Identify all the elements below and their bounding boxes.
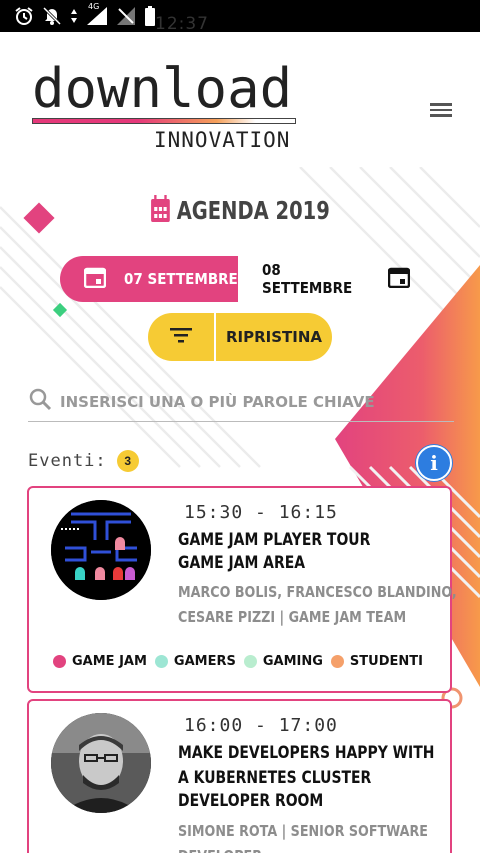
event-speakers: MARCO BOLIS, FRANCESCO BLANDINO, CESARE …: [178, 583, 457, 626]
event-room: DEVELOPER ROOM: [178, 791, 324, 811]
event-title: MAKE DEVELOPERS HAPPY WITH A KUBERNETES …: [178, 743, 435, 788]
status-time: 12:37: [155, 14, 209, 34]
hamburger-menu-icon[interactable]: [428, 100, 454, 120]
event-time: 15:30 - 16:15: [184, 502, 338, 523]
event-time: 16:00 - 17:00: [184, 715, 338, 736]
data-arrows-icon: [70, 8, 78, 24]
tag-game-jam[interactable]: GAME JAM: [53, 654, 147, 669]
tag-gamers[interactable]: GAMERS: [154, 654, 236, 669]
status-bar: 12:37 4G: [0, 0, 480, 34]
events-header: Eventi: 3: [28, 450, 139, 472]
tag-dot: [243, 655, 257, 668]
event-title: GAME JAM PLAYER TOUR: [178, 530, 371, 550]
tag-label: GAMERS: [173, 654, 236, 669]
filter-icon: [170, 327, 192, 348]
download-innovation-logo[interactable]: download INNOVATION: [32, 62, 302, 152]
calendar-event-icon: [387, 266, 411, 293]
tab-date-07-settembre[interactable]: 07 SETTEMBRE: [60, 256, 238, 302]
logo-word: download: [32, 57, 293, 120]
no-sim-icon: [116, 6, 136, 26]
tag-dot: [53, 655, 66, 668]
event-card[interactable]: 15:30 - 16:15 GAME JAM PLAYER TOUR GAME …: [27, 486, 457, 693]
tag-label: GAMING: [262, 654, 323, 669]
calendar-event-icon: [83, 266, 107, 293]
logo-subtitle: INNOVATION: [154, 128, 291, 152]
calendar-icon: [150, 195, 170, 229]
alarm-icon: [14, 6, 34, 26]
tag-label: GAME JAM: [72, 654, 147, 669]
agenda-title-text: AGENDA 2019: [176, 196, 330, 225]
event-room: GAME JAM AREA: [178, 553, 306, 573]
filter-button[interactable]: [148, 313, 216, 361]
info-icon[interactable]: i: [416, 445, 452, 481]
tag-dot: [330, 655, 344, 668]
tab-date-label: 08 SETTEMBRE: [262, 261, 353, 297]
search-icon: [28, 387, 52, 416]
status-icons: 4G: [14, 2, 156, 26]
event-speakers: SIMONE ROTA | SENIOR SOFTWARE DEVELOPER: [178, 822, 428, 853]
event-image-pacman: [51, 500, 151, 600]
tab-date-08-settembre[interactable]: 08 SETTEMBRE: [250, 256, 411, 302]
events-count-badge: 3: [116, 450, 139, 472]
notifications-off-icon: [42, 6, 62, 26]
search-input[interactable]: [60, 392, 440, 411]
tag-label: STUDENTI: [349, 654, 423, 669]
tab-date-label: 07 SETTEMBRE: [124, 270, 238, 288]
tag-studenti[interactable]: STUDENTI: [330, 654, 423, 669]
search-bar: [28, 382, 454, 422]
speaker-photo: [51, 713, 151, 813]
tag-dot: [154, 655, 168, 668]
event-card[interactable]: 16:00 - 17:00 MAKE DEVELOPERS HAPPY WITH…: [27, 699, 452, 853]
reset-button-label: RIPRISTINA: [225, 328, 323, 346]
signal-icon: 4G: [86, 2, 108, 26]
app-header: download INNOVATION: [0, 32, 480, 167]
tag-gaming[interactable]: GAMING: [243, 654, 323, 669]
filter-group: RIPRISTINA: [148, 313, 332, 361]
event-tags: GAME JAM GAMERS GAMING STUDENTI: [53, 654, 423, 669]
events-label: Eventi:: [28, 451, 107, 471]
agenda-title: AGENDA 2019: [53, 195, 427, 229]
network-type: 4G: [88, 2, 100, 11]
reset-button[interactable]: RIPRISTINA: [216, 313, 332, 361]
